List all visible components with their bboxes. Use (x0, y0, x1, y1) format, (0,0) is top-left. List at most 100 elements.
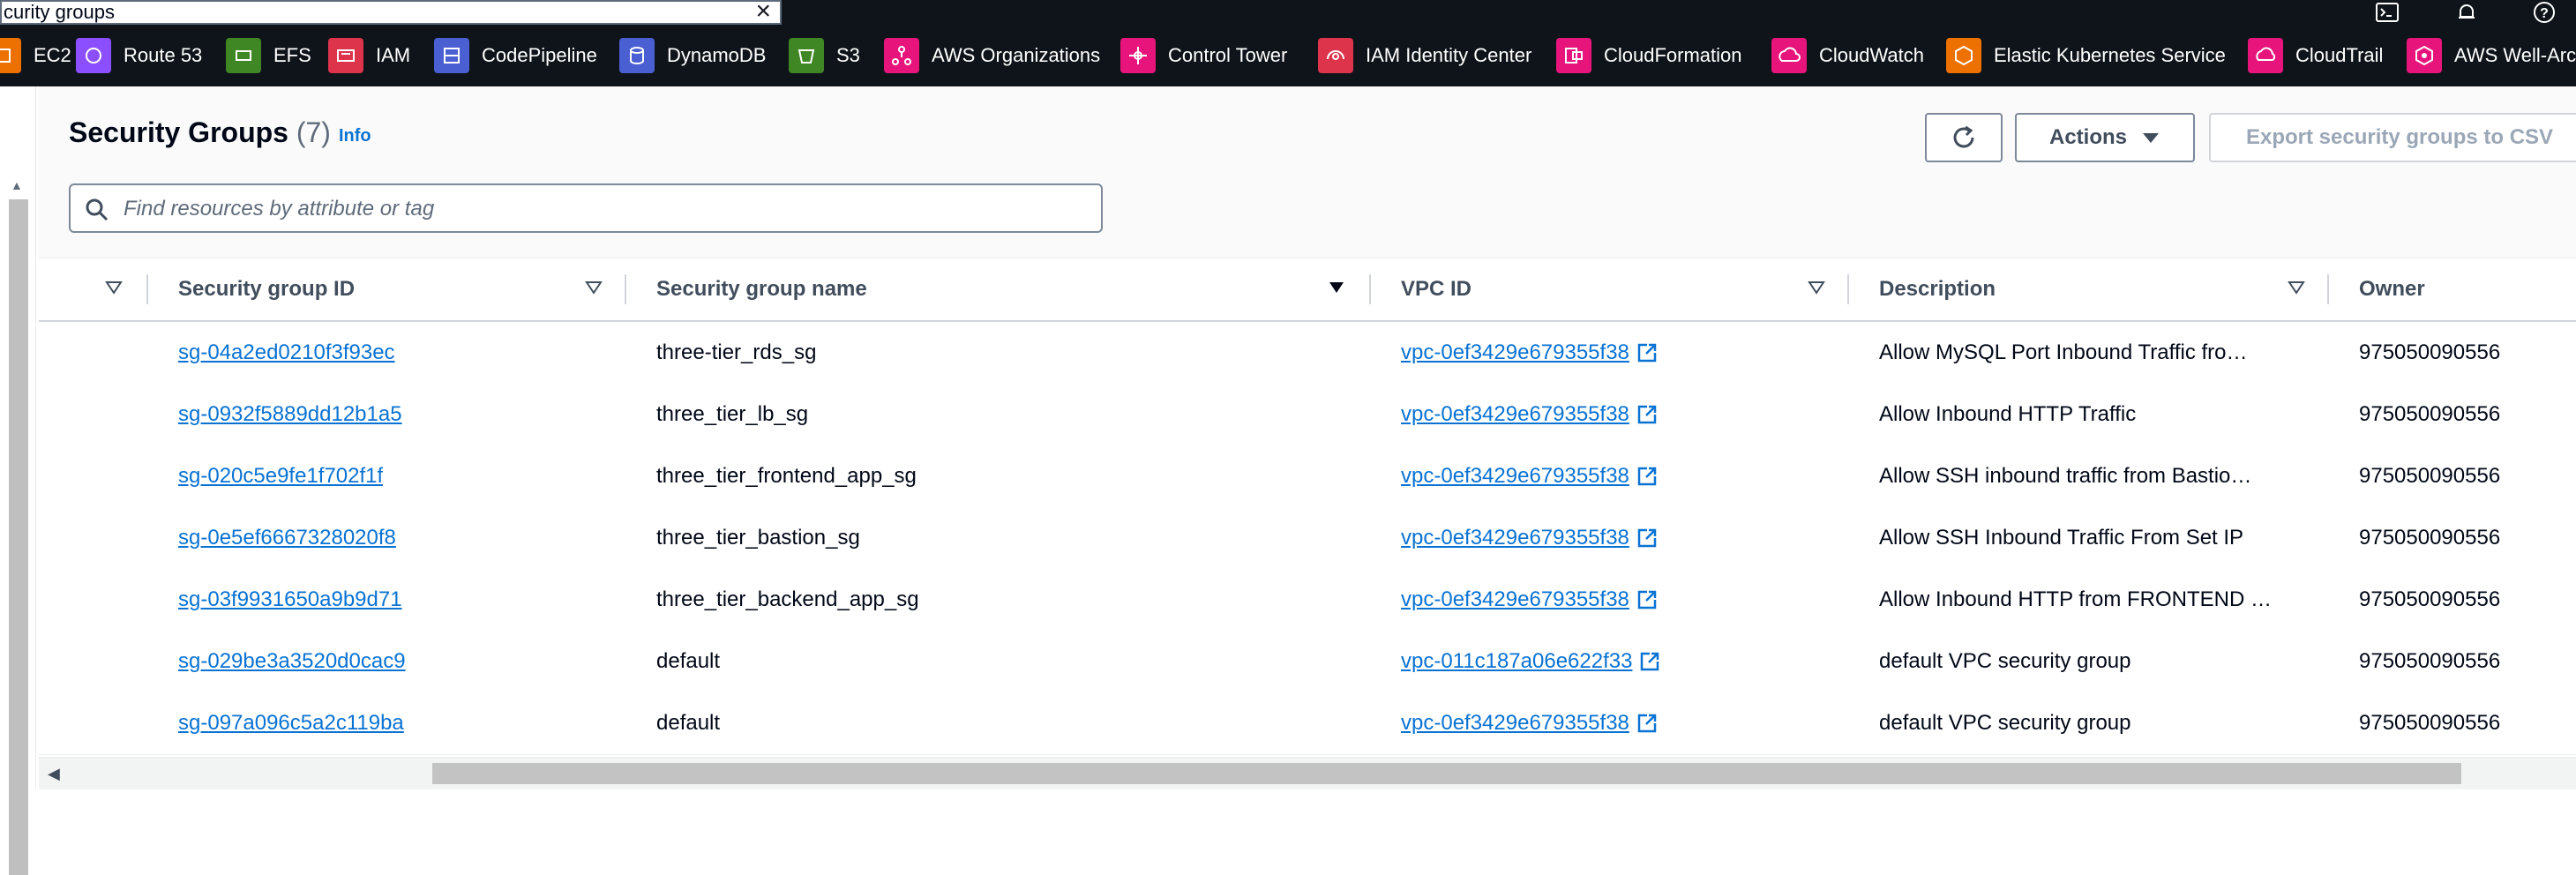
owner-id: 975050090556 (2359, 649, 2501, 673)
description: Allow Inbound HTTP from FRONTEND … (1879, 587, 2272, 611)
eks-icon (1946, 38, 1981, 73)
owner-id: 975050090556 (2359, 526, 2501, 550)
column-divider[interactable] (2327, 274, 2329, 304)
refresh-button[interactable] (1925, 113, 2003, 162)
description: Allow Inbound HTTP Traffic (1879, 402, 2137, 426)
external-link-icon[interactable] (1636, 466, 1658, 487)
table-row[interactable]: sg-0932f5889dd12b1a5 three_tier_lb_sg vp… (39, 384, 2576, 446)
efs-icon (226, 38, 261, 73)
security-group-id-link[interactable]: sg-0e5ef6667328020f8 (178, 526, 396, 550)
security-group-id-link[interactable]: sg-03f9931650a9b9d71 (178, 587, 402, 612)
external-link-icon[interactable] (1636, 404, 1658, 425)
table-row[interactable]: sg-020c5e9fe1f702f1f three_tier_frontend… (39, 445, 2576, 508)
favorite-iam[interactable]: IAM (328, 25, 410, 86)
info-link[interactable]: Info (339, 126, 371, 146)
external-link-icon[interactable] (1636, 527, 1658, 549)
search-icon (86, 198, 109, 221)
favorite-efs[interactable]: EFS (226, 25, 311, 86)
column-divider[interactable] (146, 274, 148, 304)
external-link-icon[interactable] (1636, 342, 1658, 363)
security-group-name: three_tier_lb_sg (656, 402, 809, 426)
security-groups-panel: Security Groups (7) Info Actions Export … (39, 86, 2576, 789)
security-group-name: default (656, 649, 721, 673)
favorite-well-architected[interactable]: AWS Well-Architected Tool (2407, 25, 2576, 86)
favorite-control-tower[interactable]: Control Tower (1120, 25, 1287, 86)
favorite-label: DynamoDB (667, 44, 767, 66)
favorite-cloudformation[interactable]: CloudFormation (1556, 25, 1742, 86)
security-group-id-link[interactable]: sg-097a096c5a2c119ba (178, 711, 404, 736)
vertical-scrollbar[interactable] (9, 199, 28, 875)
export-csv-button[interactable]: Export security groups to CSV (2209, 113, 2576, 162)
vpc-id-link[interactable]: vpc-0ef3429e679355f38 (1401, 711, 1629, 736)
resource-filter[interactable] (69, 183, 1103, 233)
external-link-icon[interactable] (1639, 651, 1660, 672)
favorite-codepipeline[interactable]: CodePipeline (434, 25, 597, 86)
column-divider[interactable] (625, 274, 626, 304)
scrollbar-thumb[interactable] (432, 763, 2461, 784)
security-group-id-link[interactable]: sg-020c5e9fe1f702f1f (178, 464, 383, 489)
favorite-route53[interactable]: Route 53 (76, 25, 202, 86)
favorite-eks[interactable]: Elastic Kubernetes Service (1946, 25, 2226, 86)
scroll-up-icon[interactable]: ▲ (11, 178, 23, 192)
table-row[interactable]: sg-0e5ef6667328020f8 three_tier_bastion_… (39, 507, 2576, 570)
console-search-input[interactable]: curity groups × (0, 0, 782, 25)
vpc-id-link[interactable]: vpc-0ef3429e679355f38 (1401, 464, 1629, 489)
refresh-icon (1953, 125, 1974, 148)
column-header-security-group-id[interactable]: Security group ID (178, 258, 355, 320)
vpc-id-link[interactable]: vpc-0ef3429e679355f38 (1401, 526, 1629, 550)
column-divider[interactable] (1369, 274, 1371, 304)
codepipeline-icon (434, 38, 469, 73)
vpc-id-link[interactable]: vpc-0ef3429e679355f38 (1401, 340, 1629, 365)
description: Allow SSH Inbound Traffic From Set IP (1879, 526, 2244, 550)
column-divider[interactable] (1847, 274, 1849, 304)
column-header-description[interactable]: Description (1879, 258, 1996, 320)
table-row[interactable]: sg-04a2ed0210f3f93ec three-tier_rds_sg v… (39, 322, 2576, 385)
help-icon[interactable]: ? (2527, 0, 2562, 25)
vpc-id-link[interactable]: vpc-011c187a06e622f33 (1401, 649, 1632, 674)
sort-descending-icon[interactable] (1327, 278, 1346, 297)
favorite-cloudtrail[interactable]: CloudTrail (2248, 25, 2383, 86)
favorite-ec2[interactable]: EC2 (0, 25, 71, 86)
favorite-cloudwatch[interactable]: CloudWatch (1771, 25, 1924, 86)
security-group-id-link[interactable]: sg-0932f5889dd12b1a5 (178, 402, 402, 427)
actions-dropdown-button[interactable]: Actions (2015, 113, 2195, 162)
owner-id: 975050090556 (2359, 464, 2501, 488)
cloudshell-icon[interactable] (2370, 0, 2405, 25)
owner-id: 975050090556 (2359, 340, 2501, 364)
favorite-label: Control Tower (1168, 44, 1288, 66)
column-header-owner[interactable]: Owner (2359, 258, 2425, 320)
cloudwatch-icon (1771, 38, 1807, 73)
sort-icon[interactable] (2287, 278, 2306, 297)
select-column-sort-icon[interactable] (104, 278, 124, 297)
horizontal-scrollbar[interactable]: ◀ (39, 757, 2576, 789)
sort-icon[interactable] (584, 278, 603, 297)
caret-down-icon (2143, 133, 2159, 143)
favorite-label: Elastic Kubernetes Service (1994, 44, 2226, 66)
ec2-icon (0, 38, 21, 73)
favorite-dynamodb[interactable]: DynamoDB (619, 25, 766, 86)
favorite-s3[interactable]: S3 (789, 25, 860, 86)
column-header-vpc-id[interactable]: VPC ID (1401, 258, 1471, 320)
security-group-id-link[interactable]: sg-029be3a3520d0cac9 (178, 649, 406, 674)
favorite-identity-center[interactable]: IAM Identity Center (1318, 25, 1531, 86)
favorite-organizations[interactable]: AWS Organizations (884, 25, 1100, 86)
filter-input[interactable] (122, 192, 1087, 226)
external-link-icon[interactable] (1636, 713, 1658, 734)
sort-icon[interactable] (1807, 278, 1826, 297)
favorite-label: AWS Well-Architected Tool (2454, 44, 2576, 66)
table-row[interactable]: sg-03f9931650a9b9d71 three_tier_backend_… (39, 569, 2576, 632)
table-row[interactable]: sg-029be3a3520d0cac9 default vpc-011c187… (39, 631, 2576, 693)
vpc-id-link[interactable]: vpc-0ef3429e679355f38 (1401, 402, 1629, 427)
vpc-id-link[interactable]: vpc-0ef3429e679355f38 (1401, 587, 1629, 612)
column-header-security-group-name[interactable]: Security group name (656, 258, 867, 320)
favorite-label: S3 (836, 44, 860, 66)
close-icon[interactable]: × (755, 2, 771, 23)
table-row[interactable]: sg-097a096c5a2c119ba default vpc-0ef3429… (39, 692, 2576, 755)
cloudtrail-icon (2248, 38, 2283, 73)
bell-icon[interactable] (2449, 0, 2484, 25)
scroll-left-icon[interactable]: ◀ (48, 765, 60, 783)
description: default VPC security group (1879, 711, 2131, 735)
security-group-id-link[interactable]: sg-04a2ed0210f3f93ec (178, 340, 395, 365)
favorite-label: CloudWatch (1819, 44, 1925, 66)
external-link-icon[interactable] (1636, 589, 1658, 610)
